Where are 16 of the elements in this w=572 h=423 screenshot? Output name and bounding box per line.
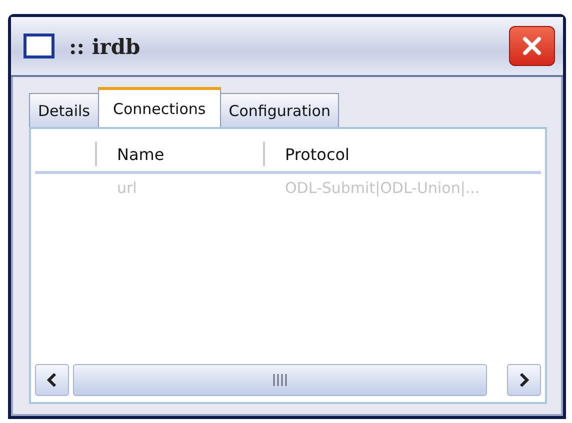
tab[interactable]: Details [29,93,100,127]
window-title: :: irdb [69,34,142,58]
scroll-thumb[interactable] [73,364,487,396]
tab[interactable]: Configuration [220,93,340,127]
window-icon [23,33,55,59]
grip-icon [272,374,288,386]
column-header[interactable]: Name [97,142,265,166]
scroll-left-button[interactable] [35,364,69,396]
table-cell-text: url [116,179,138,197]
scroll-right-button[interactable] [507,364,541,396]
chevron-left-icon [45,372,59,388]
table-cell-text: ODL-Submit|ODL-Union|... [284,179,480,197]
close-button[interactable] [509,26,555,66]
chevron-right-icon [517,372,531,388]
column-header[interactable]: Protocol [265,137,350,171]
tab[interactable]: Connections [98,87,221,127]
